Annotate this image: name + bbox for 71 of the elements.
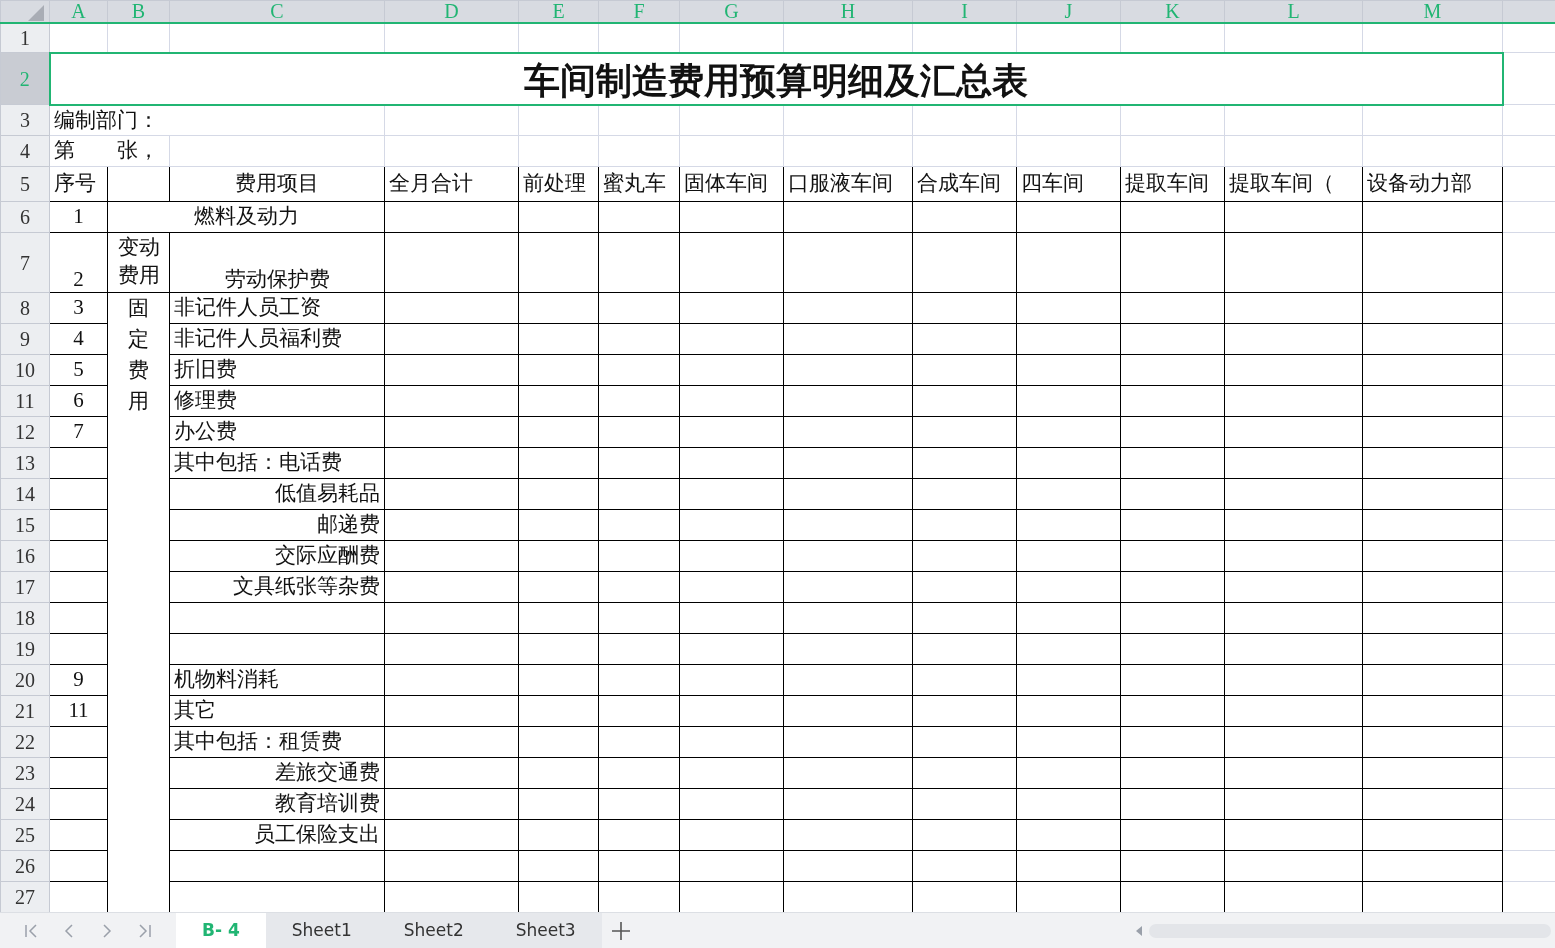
scroll-left-icon[interactable] <box>1135 925 1143 936</box>
row-header[interactable]: 16 <box>0 540 50 572</box>
table-cell: 非记件人员工资 <box>169 292 385 324</box>
column-heading: 合成车间 <box>912 166 1017 202</box>
row-header[interactable]: 26 <box>0 850 50 882</box>
table-cell: 差旅交通费 <box>169 757 385 789</box>
column-heading: 蜜丸车 <box>598 166 680 202</box>
table-cell: 邮递费 <box>169 509 385 541</box>
row-header[interactable]: 23 <box>0 757 50 789</box>
table-cell: 2 <box>49 232 108 293</box>
sheet-tab[interactable]: Sheet1 <box>265 913 378 948</box>
row-header[interactable]: 5 <box>0 166 50 202</box>
table-cell: 3 <box>49 292 108 324</box>
column-heading: 全月合计 <box>384 166 519 202</box>
column-heading: 口服液车间 <box>783 166 913 202</box>
row-header[interactable]: 13 <box>0 447 50 479</box>
row-header[interactable]: 8 <box>0 292 50 324</box>
column-heading: 提取车间 <box>1120 166 1225 202</box>
table-cell: 修理费 <box>169 385 385 417</box>
column-heading: 提取车间（ <box>1224 166 1363 202</box>
row-header[interactable]: 17 <box>0 571 50 603</box>
table-cell: 1 <box>49 201 108 233</box>
page-label: 第 张， <box>49 135 170 167</box>
category-label: 变动费用 <box>107 232 170 293</box>
table-cell: 折旧费 <box>169 354 385 386</box>
table-cell: 劳动保护费 <box>169 232 385 293</box>
add-sheet-icon[interactable] <box>610 920 631 941</box>
column-heading: 前处理 <box>518 166 599 202</box>
row-header[interactable]: 3 <box>0 104 50 136</box>
sheet-title: 车间制造费用预算明细及汇总表 <box>49 52 1503 105</box>
row-header[interactable]: 18 <box>0 602 50 634</box>
table-cell: 非记件人员福利费 <box>169 323 385 355</box>
table-cell: 其中包括：租赁费 <box>169 726 385 758</box>
row-header[interactable]: 27 <box>0 881 50 912</box>
row-header[interactable]: 22 <box>0 726 50 758</box>
row-header[interactable]: 24 <box>0 788 50 820</box>
table-cell: 文具纸张等杂费 <box>169 571 385 603</box>
department-label: 编制部门： <box>49 104 385 136</box>
row-header[interactable]: 20 <box>0 664 50 696</box>
column-heading: 固体车间 <box>679 166 784 202</box>
table-cell: 燃料及动力 <box>107 201 385 233</box>
column-heading: 设备动力部 <box>1362 166 1503 202</box>
row-header[interactable]: 10 <box>0 354 50 386</box>
table-cell: 其中包括：电话费 <box>169 447 385 479</box>
sheet-tab[interactable]: Sheet3 <box>489 913 602 948</box>
table-cell: 员工保险支出 <box>169 819 385 851</box>
row-header[interactable]: 25 <box>0 819 50 851</box>
row-header[interactable]: 12 <box>0 416 50 448</box>
category-label: 固定费用 <box>128 295 149 415</box>
last-sheet-icon[interactable] <box>136 921 154 940</box>
column-heading: 四车间 <box>1016 166 1121 202</box>
table-cell: 教育培训费 <box>169 788 385 820</box>
row-header[interactable]: 21 <box>0 695 50 727</box>
sheet-tab[interactable]: Sheet2 <box>377 913 490 948</box>
column-heading: 费用项目 <box>169 166 385 202</box>
row-header[interactable]: 1 <box>0 22 50 53</box>
table-cell: 机物料消耗 <box>169 664 385 696</box>
row-header[interactable]: 9 <box>0 323 50 355</box>
table-cell: 交际应酬费 <box>169 540 385 572</box>
row-header[interactable]: 7 <box>0 232 50 293</box>
row-header[interactable]: 15 <box>0 509 50 541</box>
column-heading: 序号 <box>49 166 108 202</box>
row-header[interactable]: 11 <box>0 385 50 417</box>
row-header[interactable]: 6 <box>0 201 50 233</box>
table-cell: 办公费 <box>169 416 385 448</box>
table-cell: 其它 <box>169 695 385 727</box>
row-header[interactable]: 4 <box>0 135 50 167</box>
first-sheet-icon[interactable] <box>22 921 40 940</box>
table-cell: 低值易耗品 <box>169 478 385 510</box>
row-header[interactable]: 14 <box>0 478 50 510</box>
row-header[interactable]: 19 <box>0 633 50 665</box>
